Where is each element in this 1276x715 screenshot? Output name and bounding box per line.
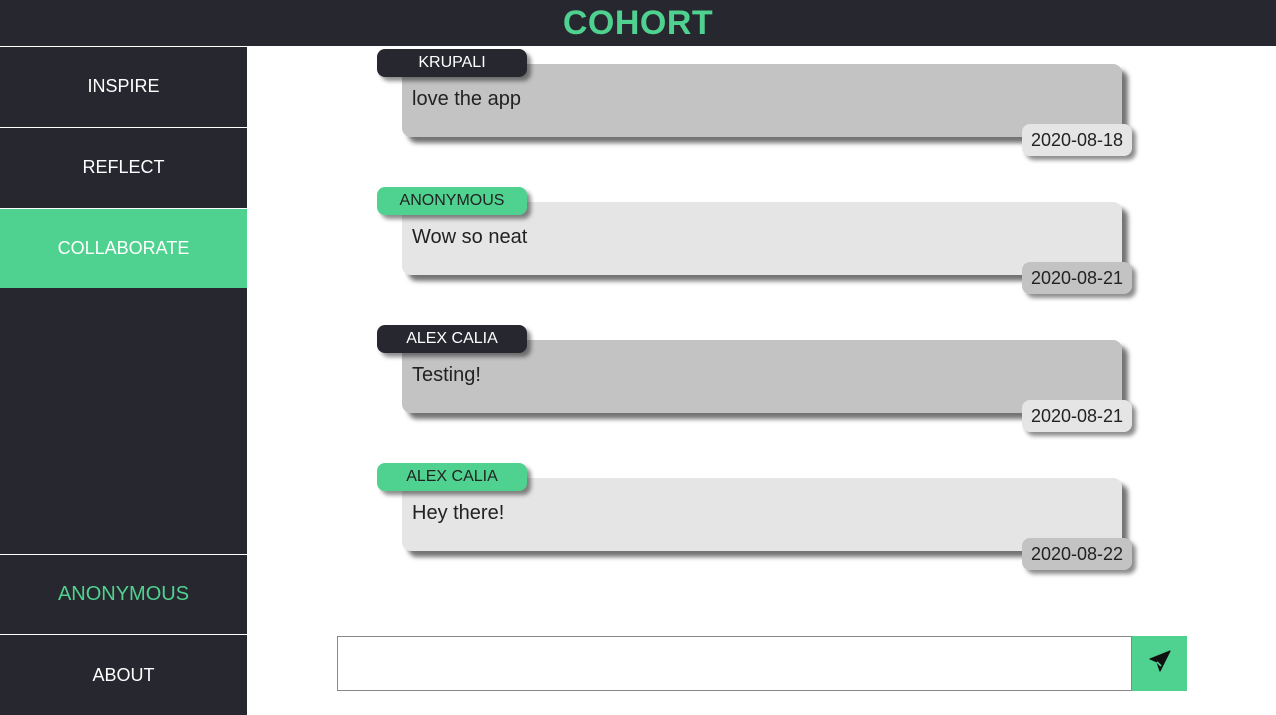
sidebar-item-label: REFLECT: [82, 157, 165, 177]
sidebar-item-label: ABOUT: [92, 664, 155, 685]
app-title: COHORT: [562, 3, 714, 42]
chat-area: love the app KRUPALI 2020-08-18 Wow so n…: [247, 46, 1276, 715]
sidebar-item-about[interactable]: ABOUT: [0, 634, 247, 715]
sidebar: INSPIRE REFLECT COLLABORATE ANONYMOUS AB…: [0, 46, 247, 715]
sidebar-item-reflect[interactable]: REFLECT: [0, 127, 247, 207]
sidebar-user-anonymous[interactable]: ANONYMOUS: [0, 554, 247, 634]
message-author: ALEX CALIA: [377, 325, 527, 353]
message-composer: [337, 636, 1187, 691]
message-author: KRUPALI: [377, 49, 527, 77]
message-text: love the app: [412, 88, 521, 110]
message-text: Testing!: [412, 364, 481, 386]
message-text: Hey there!: [412, 502, 505, 524]
paper-plane-icon: [1148, 649, 1172, 678]
sidebar-item-label: COLLABORATE: [57, 238, 190, 258]
user-label: ANONYMOUS: [57, 583, 190, 605]
send-button[interactable]: [1132, 636, 1187, 691]
message-author: ALEX CALIA: [377, 463, 527, 491]
sidebar-item-collaborate[interactable]: COLLABORATE: [0, 208, 247, 288]
message-date: 2020-08-21: [1022, 262, 1132, 294]
message-input[interactable]: [337, 636, 1132, 691]
message-card: love the app KRUPALI 2020-08-18: [377, 49, 1137, 161]
message-author: ANONYMOUS: [377, 187, 527, 215]
message-date: 2020-08-22: [1022, 538, 1132, 570]
message-date: 2020-08-18: [1022, 124, 1132, 156]
message-card: Hey there! ALEX CALIA 2020-08-22: [377, 463, 1137, 575]
message-date: 2020-08-21: [1022, 400, 1132, 432]
message-text: Wow so neat: [412, 226, 528, 248]
message-card: Wow so neat ANONYMOUS 2020-08-21: [377, 187, 1137, 299]
app-header: COHORT: [0, 0, 1276, 46]
sidebar-item-label: INSPIRE: [87, 76, 160, 96]
message-card: Testing! ALEX CALIA 2020-08-21: [377, 325, 1137, 437]
sidebar-item-inspire[interactable]: INSPIRE: [0, 46, 247, 126]
